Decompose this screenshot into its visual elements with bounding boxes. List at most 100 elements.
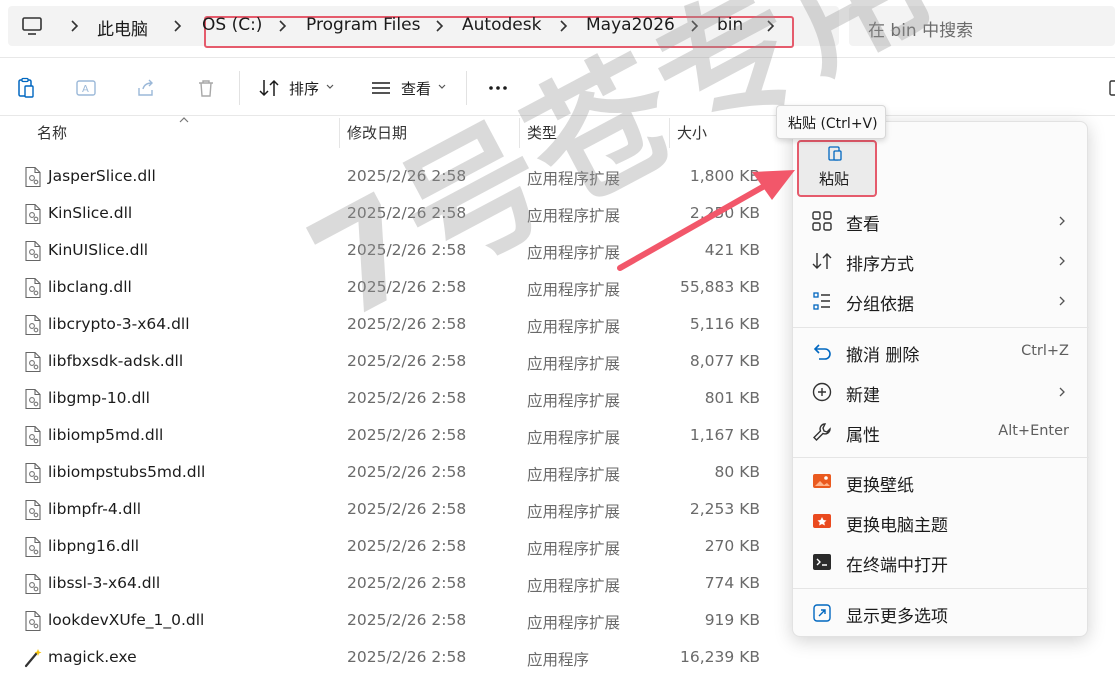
file-size: 1,800 KB — [689, 167, 760, 185]
column-size[interactable]: 大小 — [677, 122, 707, 143]
file-name[interactable]: libmpfr-4.dll — [48, 500, 141, 518]
file-row[interactable]: libclang.dll 2025/2/26 2:58 应用程序扩展 55,883 K… — [0, 270, 780, 307]
file-row[interactable]: libgmp-10.dll 2025/2/26 2:58 应用程序扩展 801 KB — [0, 381, 780, 418]
file-name[interactable]: lookdevXUfe_1_0.dll — [48, 611, 204, 629]
breadcrumb-program-files[interactable]: Program Files — [306, 15, 420, 35]
column-name[interactable]: 名称 — [37, 122, 67, 143]
menu-separator — [793, 327, 1089, 328]
file-name[interactable]: libcrypto-3-x64.dll — [48, 315, 190, 333]
file-date: 2025/2/26 2:58 — [347, 574, 467, 592]
column-divider[interactable] — [519, 118, 520, 148]
paste-button[interactable]: 粘贴 — [797, 140, 877, 197]
paste-tooltip: 粘贴 (Ctrl+V) — [776, 105, 886, 139]
file-type: 应用程序扩展 — [527, 614, 621, 632]
file-type: 应用程序扩展 — [527, 392, 621, 410]
menu-item-sort[interactable]: 排序方式 — [793, 241, 1089, 281]
menu-item-new-plus[interactable]: 新建 — [793, 372, 1089, 412]
menu-item-wrench[interactable]: 属性 Alt+Enter — [793, 412, 1089, 452]
menu-item-shortcut: Alt+Enter — [998, 423, 1069, 439]
file-row[interactable]: libssl-3-x64.dll 2025/2/26 2:58 应用程序扩展 774 … — [0, 566, 780, 603]
breadcrumb-autodesk[interactable]: Autodesk — [462, 15, 541, 35]
sort-icon[interactable] — [257, 76, 281, 100]
chevron-right-icon[interactable] — [171, 19, 185, 33]
file-date: 2025/2/26 2:58 — [347, 352, 467, 370]
file-row[interactable]: libiompstubs5md.dll 2025/2/26 2:58 应用程序扩展 8… — [0, 455, 780, 492]
computer-icon[interactable] — [20, 14, 44, 38]
breadcrumb-this-pc[interactable]: 此电脑 — [97, 15, 148, 40]
menu-item-more-options[interactable]: 显示更多选项 — [793, 593, 1089, 633]
chevron-down-icon[interactable] — [325, 82, 335, 92]
chevron-right-icon[interactable] — [688, 19, 702, 33]
file-type: 应用程序扩展 — [527, 355, 621, 373]
chevron-right-icon[interactable] — [764, 19, 778, 33]
file-size: 421 KB — [704, 241, 760, 259]
file-name[interactable]: JasperSlice.dll — [48, 167, 156, 185]
file-type: 应用程序扩展 — [527, 429, 621, 447]
file-row[interactable]: libfbxsdk-adsk.dll 2025/2/26 2:58 应用程序扩展 8,… — [0, 344, 780, 381]
breadcrumb-drive[interactable]: OS (C:) — [202, 15, 262, 35]
paste-icon[interactable] — [14, 76, 38, 100]
search-box[interactable]: 在 bin 中搜索 — [849, 6, 1115, 46]
column-divider[interactable] — [669, 118, 670, 148]
file-name[interactable]: libpng16.dll — [48, 537, 139, 555]
chevron-right-icon[interactable] — [68, 19, 82, 33]
file-name[interactable]: magick.exe — [48, 648, 137, 666]
breadcrumb-bin[interactable]: bin — [717, 15, 743, 35]
more-icon[interactable] — [486, 76, 510, 100]
menu-item-undo[interactable]: 撤消 删除 Ctrl+Z — [793, 332, 1089, 372]
file-size: 55,883 KB — [680, 278, 760, 296]
file-name[interactable]: libgmp-10.dll — [48, 389, 150, 407]
file-row[interactable]: libpng16.dll 2025/2/26 2:58 应用程序扩展 270 KB — [0, 529, 780, 566]
column-divider[interactable] — [339, 118, 340, 148]
file-row[interactable]: KinUISlice.dll 2025/2/26 2:58 应用程序扩展 421 KB — [0, 233, 780, 270]
delete-icon[interactable] — [194, 76, 218, 100]
menu-item-label: 更换壁纸 — [846, 476, 914, 496]
sort-button[interactable]: 排序 — [289, 78, 319, 99]
file-name[interactable]: libiompstubs5md.dll — [48, 463, 205, 481]
file-row[interactable]: libmpfr-4.dll 2025/2/26 2:58 应用程序扩展 2,253 K… — [0, 492, 780, 529]
address-bar[interactable]: 此电脑 OS (C:) Program Files Autodesk Maya2… — [8, 6, 839, 48]
dll-file-icon — [23, 277, 43, 299]
view-grid-icon — [811, 210, 833, 232]
menu-item-group-by[interactable]: 分组依据 — [793, 281, 1089, 321]
file-name[interactable]: libiomp5md.dll — [48, 426, 163, 444]
rename-icon[interactable]: A — [74, 76, 98, 100]
breadcrumb-maya2026[interactable]: Maya2026 — [586, 15, 675, 35]
dll-file-icon — [23, 203, 43, 225]
menu-item-view-grid[interactable]: 查看 — [793, 201, 1089, 241]
file-row[interactable]: libcrypto-3-x64.dll 2025/2/26 2:58 应用程序扩展 5… — [0, 307, 780, 344]
file-row[interactable]: libiomp5md.dll 2025/2/26 2:58 应用程序扩展 1,167 … — [0, 418, 780, 455]
view-button[interactable]: 查看 — [401, 78, 431, 99]
column-date[interactable]: 修改日期 — [347, 122, 407, 143]
file-name[interactable]: libssl-3-x64.dll — [48, 574, 160, 592]
file-name[interactable]: libfbxsdk-adsk.dll — [48, 352, 183, 370]
dll-file-icon — [23, 610, 43, 632]
chevron-right-icon[interactable] — [433, 19, 447, 33]
view-icon[interactable] — [369, 76, 393, 100]
file-type: 应用程序扩展 — [527, 503, 621, 521]
menu-item-terminal[interactable]: 在终端中打开 — [793, 542, 1089, 582]
share-icon[interactable] — [134, 76, 158, 100]
file-name[interactable]: KinUISlice.dll — [48, 241, 148, 259]
file-row[interactable]: JasperSlice.dll 2025/2/26 2:58 应用程序扩展 1,800… — [0, 159, 780, 196]
file-row[interactable]: lookdevXUfe_1_0.dll 2025/2/26 2:58 应用程序扩展 9… — [0, 603, 780, 640]
new-plus-icon — [811, 381, 833, 403]
chevron-right-icon — [1059, 387, 1065, 397]
file-name[interactable]: libclang.dll — [48, 278, 132, 296]
file-row[interactable]: KinSlice.dll 2025/2/26 2:58 应用程序扩展 2,250 KB — [0, 196, 780, 233]
column-type[interactable]: 类型 — [527, 122, 557, 143]
menu-item-theme[interactable]: 更换电脑主题 — [793, 502, 1089, 542]
menu-item-wallpaper[interactable]: 更换壁纸 — [793, 462, 1089, 502]
file-date: 2025/2/26 2:58 — [347, 537, 467, 555]
details-pane-icon[interactable] — [1108, 76, 1115, 100]
search-placeholder[interactable]: 在 bin 中搜索 — [868, 16, 973, 41]
file-type: 应用程序 — [527, 651, 590, 669]
group-by-icon — [811, 290, 833, 312]
file-name[interactable]: KinSlice.dll — [48, 204, 132, 222]
chevron-right-icon[interactable] — [557, 19, 571, 33]
menu-item-label: 分组依据 — [846, 295, 914, 315]
file-row[interactable]: magick.exe 2025/2/26 2:58 应用程序 16,239 KB — [0, 640, 780, 676]
file-size: 2,250 KB — [689, 204, 760, 222]
chevron-right-icon[interactable] — [276, 19, 290, 33]
chevron-down-icon[interactable] — [437, 82, 447, 92]
